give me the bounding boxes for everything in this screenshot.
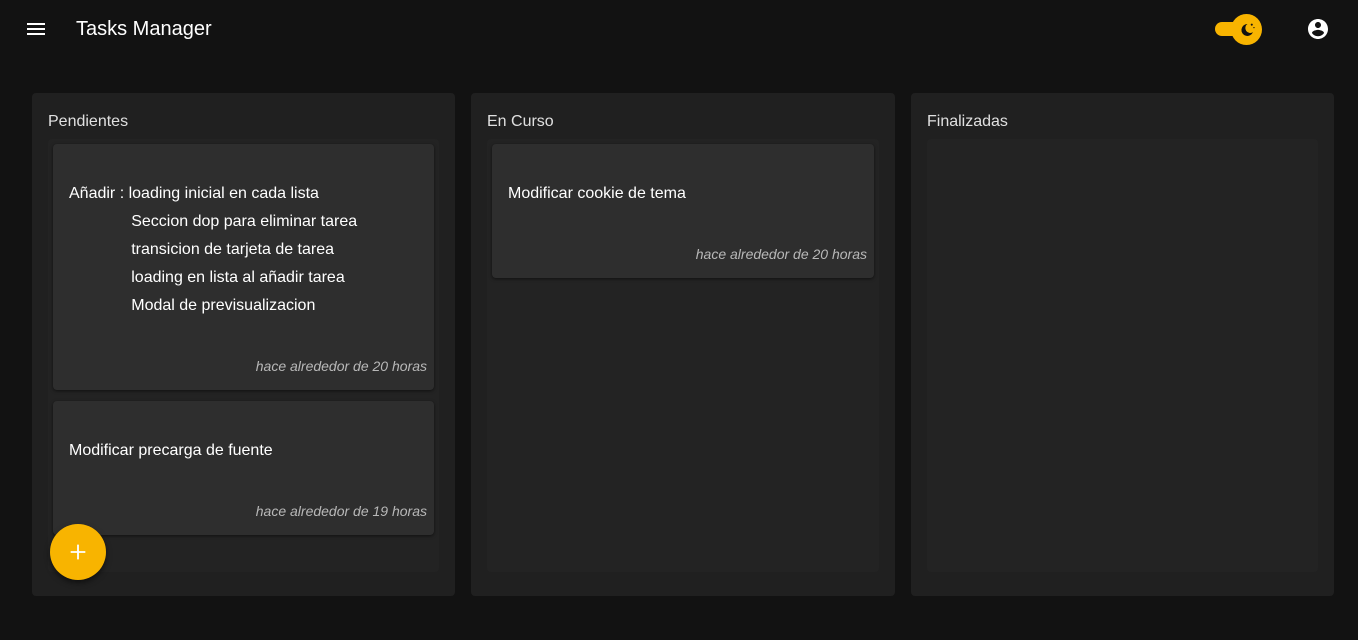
moon-icon [1240,23,1255,36]
column-title: Finalizadas [927,113,1008,130]
task-card[interactable]: Añadir : loading inicial en cada lista S… [53,144,434,390]
task-text: Modificar cookie de tema [508,185,686,202]
task-list-en-curso[interactable]: Modificar cookie de tema hace alrededor … [487,139,879,572]
column-title: Pendientes [48,113,129,130]
task-text: Añadir : loading inicial en cada lista S… [69,185,358,314]
task-time: hace alrededor de 20 horas [255,358,427,374]
column-finalizadas: Finalizadas [911,93,1334,596]
menu-icon [27,23,45,35]
account-button[interactable] [1298,9,1338,49]
account-circle-icon [1308,19,1328,39]
menu-button[interactable] [16,9,56,49]
column-en-curso: En Curso Modificar cookie de tema hace a… [471,93,895,596]
task-card[interactable]: Modificar precarga de fuente hace alrede… [53,401,434,535]
app-bar: Tasks Manager [0,0,1358,58]
task-time: hace alrededor de 19 horas [255,503,427,519]
task-text: Modificar precarga de fuente [69,442,273,459]
plus-icon [70,544,86,560]
column-title: En Curso [487,113,554,130]
column-pendientes: Pendientes Añadir : loading inicial en c… [32,93,455,596]
app-title: Tasks Manager [76,18,212,40]
add-task-button[interactable] [50,524,106,580]
theme-toggle[interactable] [1214,13,1264,45]
task-list-pendientes[interactable]: Añadir : loading inicial en cada lista S… [48,139,439,572]
task-time: hace alrededor de 20 horas [695,246,867,262]
task-card[interactable]: Modificar cookie de tema hace alrededor … [492,144,874,278]
task-list-finalizadas[interactable] [927,139,1318,572]
theme-toggle-thumb[interactable] [1231,14,1262,45]
